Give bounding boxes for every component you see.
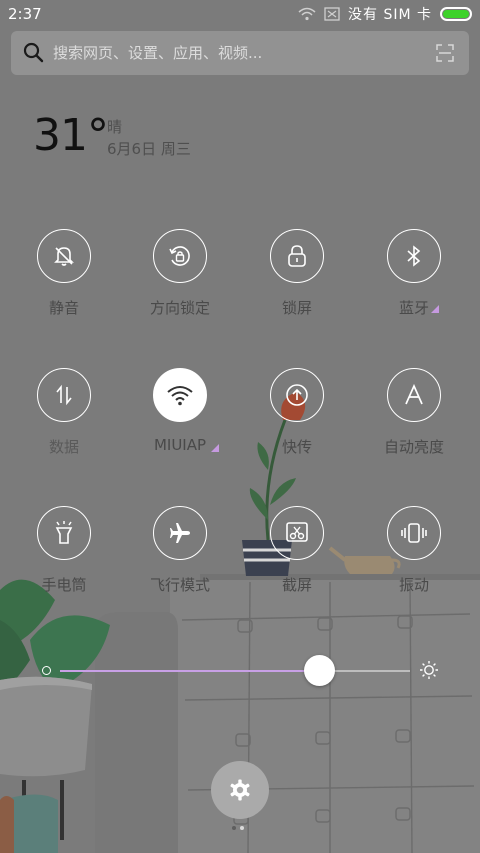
bluetooth-icon bbox=[407, 245, 421, 267]
brightness-track[interactable] bbox=[60, 655, 410, 686]
brightness-high-icon bbox=[420, 661, 438, 679]
toggle-label: 截屏 bbox=[281, 576, 312, 594]
status-time: 2:37 bbox=[8, 5, 42, 23]
brightness-thumb[interactable] bbox=[304, 655, 335, 686]
weather-date: 6月6日 周三 bbox=[107, 140, 191, 158]
toggle-bluetooth[interactable]: 蓝牙 bbox=[361, 229, 471, 329]
page-dot bbox=[240, 826, 244, 830]
search-bar[interactable] bbox=[11, 31, 469, 75]
toggle-label: 锁屏 bbox=[281, 299, 312, 317]
auto-brightness-icon bbox=[405, 384, 423, 405]
toggle-auto-brightness[interactable]: 自动亮度 bbox=[361, 368, 471, 468]
gear-icon bbox=[230, 779, 250, 801]
toggle-flashlight[interactable]: 手电筒 bbox=[11, 506, 121, 606]
toggle-button[interactable] bbox=[37, 368, 91, 422]
toggle-label: 振动 bbox=[398, 576, 429, 594]
status-icons: 没有 SIM 卡 bbox=[298, 4, 472, 24]
toggle-label: 自动亮度 bbox=[383, 438, 444, 456]
search-icon bbox=[23, 42, 44, 63]
settings-button[interactable] bbox=[211, 761, 269, 819]
toggle-label: 飞行模式 bbox=[149, 576, 210, 594]
more-options-mark bbox=[431, 305, 439, 313]
status-bar: 2:37 没有 SIM 卡 bbox=[0, 0, 480, 28]
toggle-mobile-data[interactable]: 数据 bbox=[11, 368, 121, 468]
toggle-button[interactable] bbox=[270, 229, 324, 283]
toggle-button[interactable] bbox=[153, 229, 207, 283]
upload-icon bbox=[286, 384, 308, 406]
toggle-screenshot[interactable]: 截屏 bbox=[244, 506, 354, 606]
toggle-button[interactable] bbox=[387, 229, 441, 283]
toggle-silent[interactable]: 静音 bbox=[11, 229, 121, 329]
weather-condition: 晴 bbox=[107, 118, 123, 136]
toggle-label: 蓝牙 bbox=[398, 299, 429, 317]
brightness-low-icon bbox=[42, 666, 51, 675]
mobile-data-icon bbox=[56, 384, 72, 406]
toggle-airplane-mode[interactable]: 飞行模式 bbox=[127, 506, 237, 606]
toggle-label: 静音 bbox=[48, 299, 79, 317]
toggle-quick-share[interactable]: 快传 bbox=[244, 368, 354, 468]
toggle-button[interactable] bbox=[37, 229, 91, 283]
screenshot-icon bbox=[286, 522, 308, 542]
toggle-label: 快传 bbox=[281, 438, 312, 456]
search-input[interactable] bbox=[53, 31, 413, 75]
toggle-button[interactable] bbox=[270, 368, 324, 422]
flashlight-icon bbox=[55, 521, 73, 544]
toggle-wifi[interactable]: MIUIAP bbox=[127, 368, 237, 468]
toggle-button[interactable] bbox=[387, 368, 441, 422]
airplane-icon bbox=[170, 523, 190, 543]
toggle-button[interactable] bbox=[37, 506, 91, 560]
rotation-lock-icon bbox=[169, 246, 190, 266]
battery-level bbox=[443, 10, 469, 18]
toggle-button[interactable] bbox=[153, 506, 207, 560]
toggle-label: 手电筒 bbox=[41, 576, 87, 594]
page-dot bbox=[232, 826, 236, 830]
toggle-button[interactable] bbox=[387, 506, 441, 560]
wifi-icon bbox=[167, 386, 193, 406]
vibrate-icon bbox=[401, 523, 427, 543]
wifi-icon bbox=[298, 7, 316, 21]
toggle-vibrate[interactable]: 振动 bbox=[361, 506, 471, 606]
toggle-label: 方向锁定 bbox=[149, 299, 210, 317]
lock-icon bbox=[288, 245, 306, 267]
bell-mute-icon bbox=[54, 247, 74, 266]
toggle-button[interactable] bbox=[270, 506, 324, 560]
no-sim-icon bbox=[324, 7, 340, 21]
carrier-label: 没有 SIM 卡 bbox=[348, 7, 432, 23]
toggle-lock-screen[interactable]: 锁屏 bbox=[244, 229, 354, 329]
brightness-fill bbox=[60, 670, 319, 672]
battery-icon bbox=[440, 7, 472, 21]
more-options-mark bbox=[211, 444, 219, 452]
toggle-label: 数据 bbox=[48, 438, 79, 456]
page-indicator bbox=[232, 826, 248, 832]
toggle-button[interactable] bbox=[153, 368, 207, 422]
toggle-rotation-lock[interactable]: 方向锁定 bbox=[127, 229, 237, 329]
scan-icon[interactable] bbox=[436, 44, 454, 62]
weather-temperature: 31° bbox=[33, 110, 109, 161]
